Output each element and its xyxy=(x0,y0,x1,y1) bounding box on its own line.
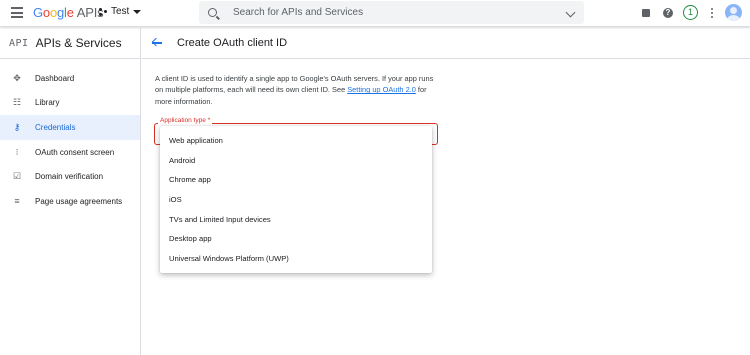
sidebar-title: APIs & Services xyxy=(35,36,122,50)
caret-down-icon xyxy=(133,9,142,14)
option-desktop-app[interactable]: Desktop app xyxy=(160,229,432,249)
sidebar-item-oauth-consent[interactable]: ⁝ OAuth consent screen xyxy=(0,140,140,165)
dashboard-icon: ✥ xyxy=(13,72,21,83)
sidebar-item-domain-verification[interactable]: ☑ Domain verification xyxy=(0,164,140,189)
verify-icon: ☑ xyxy=(12,171,22,182)
sidebar-header: API APIs & Services xyxy=(0,28,140,59)
top-app-bar: Google APIs Test Search for APIs and Serv… xyxy=(0,0,750,27)
project-name: Test xyxy=(111,6,130,17)
avatar[interactable] xyxy=(725,4,742,21)
application-type-menu: Web application Android Chrome app iOS T… xyxy=(160,126,432,273)
option-uwp[interactable]: Universal Windows Platform (UWP) xyxy=(160,249,432,269)
setting-up-oauth-link[interactable]: Setting up OAuth 2.0 xyxy=(347,85,416,94)
chevron-down-icon[interactable] xyxy=(565,7,576,18)
sidebar-item-dashboard[interactable]: ✥ Dashboard xyxy=(0,66,140,91)
consent-icon: ⁝ xyxy=(15,146,19,157)
sidebar: API APIs & Services ✥ Dashboard ☷ Library … xyxy=(0,28,141,355)
api-icon: API xyxy=(9,37,29,49)
notifications-badge[interactable]: 1 xyxy=(683,5,698,20)
key-icon: ⚷ xyxy=(13,121,21,132)
intro-text: A client ID is used to identify a single… xyxy=(155,74,434,106)
sidebar-item-library[interactable]: ☷ Library xyxy=(0,91,140,116)
back-arrow-icon[interactable] xyxy=(151,36,165,50)
sidebar-nav: ✥ Dashboard ☷ Library ⚷ Credentials ⁝ OAuth … xyxy=(0,59,140,214)
search-icon xyxy=(208,8,217,17)
google-apis-logo[interactable]: Google APIs xyxy=(33,5,104,20)
project-selector[interactable]: Test xyxy=(99,6,142,17)
agreement-icon: ≡ xyxy=(14,196,20,207)
option-ios[interactable]: iOS xyxy=(160,190,432,210)
more-options-icon[interactable] xyxy=(706,7,718,19)
application-type-label: Application type * xyxy=(158,117,213,124)
search-bar[interactable]: Search for APIs and Services xyxy=(199,1,584,24)
help-icon[interactable]: ? xyxy=(662,7,674,19)
option-chrome-app[interactable]: Chrome app xyxy=(160,170,432,190)
search-input[interactable]: Search for APIs and Services xyxy=(233,7,363,18)
main-content: Create OAuth client ID A client ID is us… xyxy=(142,28,750,355)
option-tvs-limited-input[interactable]: TVs and Limited Input devices xyxy=(160,209,432,229)
option-android[interactable]: Android xyxy=(160,151,432,171)
page-header: Create OAuth client ID xyxy=(142,28,750,59)
main-menu-icon[interactable] xyxy=(11,7,23,18)
library-icon: ☷ xyxy=(12,97,22,108)
sidebar-item-credentials[interactable]: ⚷ Credentials xyxy=(0,115,140,140)
page-title: Create OAuth client ID xyxy=(177,37,288,49)
option-web-application[interactable]: Web application xyxy=(160,131,432,151)
gift-icon[interactable] xyxy=(640,7,652,19)
sidebar-item-page-usage[interactable]: ≡ Page usage agreements xyxy=(0,189,140,214)
project-icon xyxy=(99,7,107,16)
